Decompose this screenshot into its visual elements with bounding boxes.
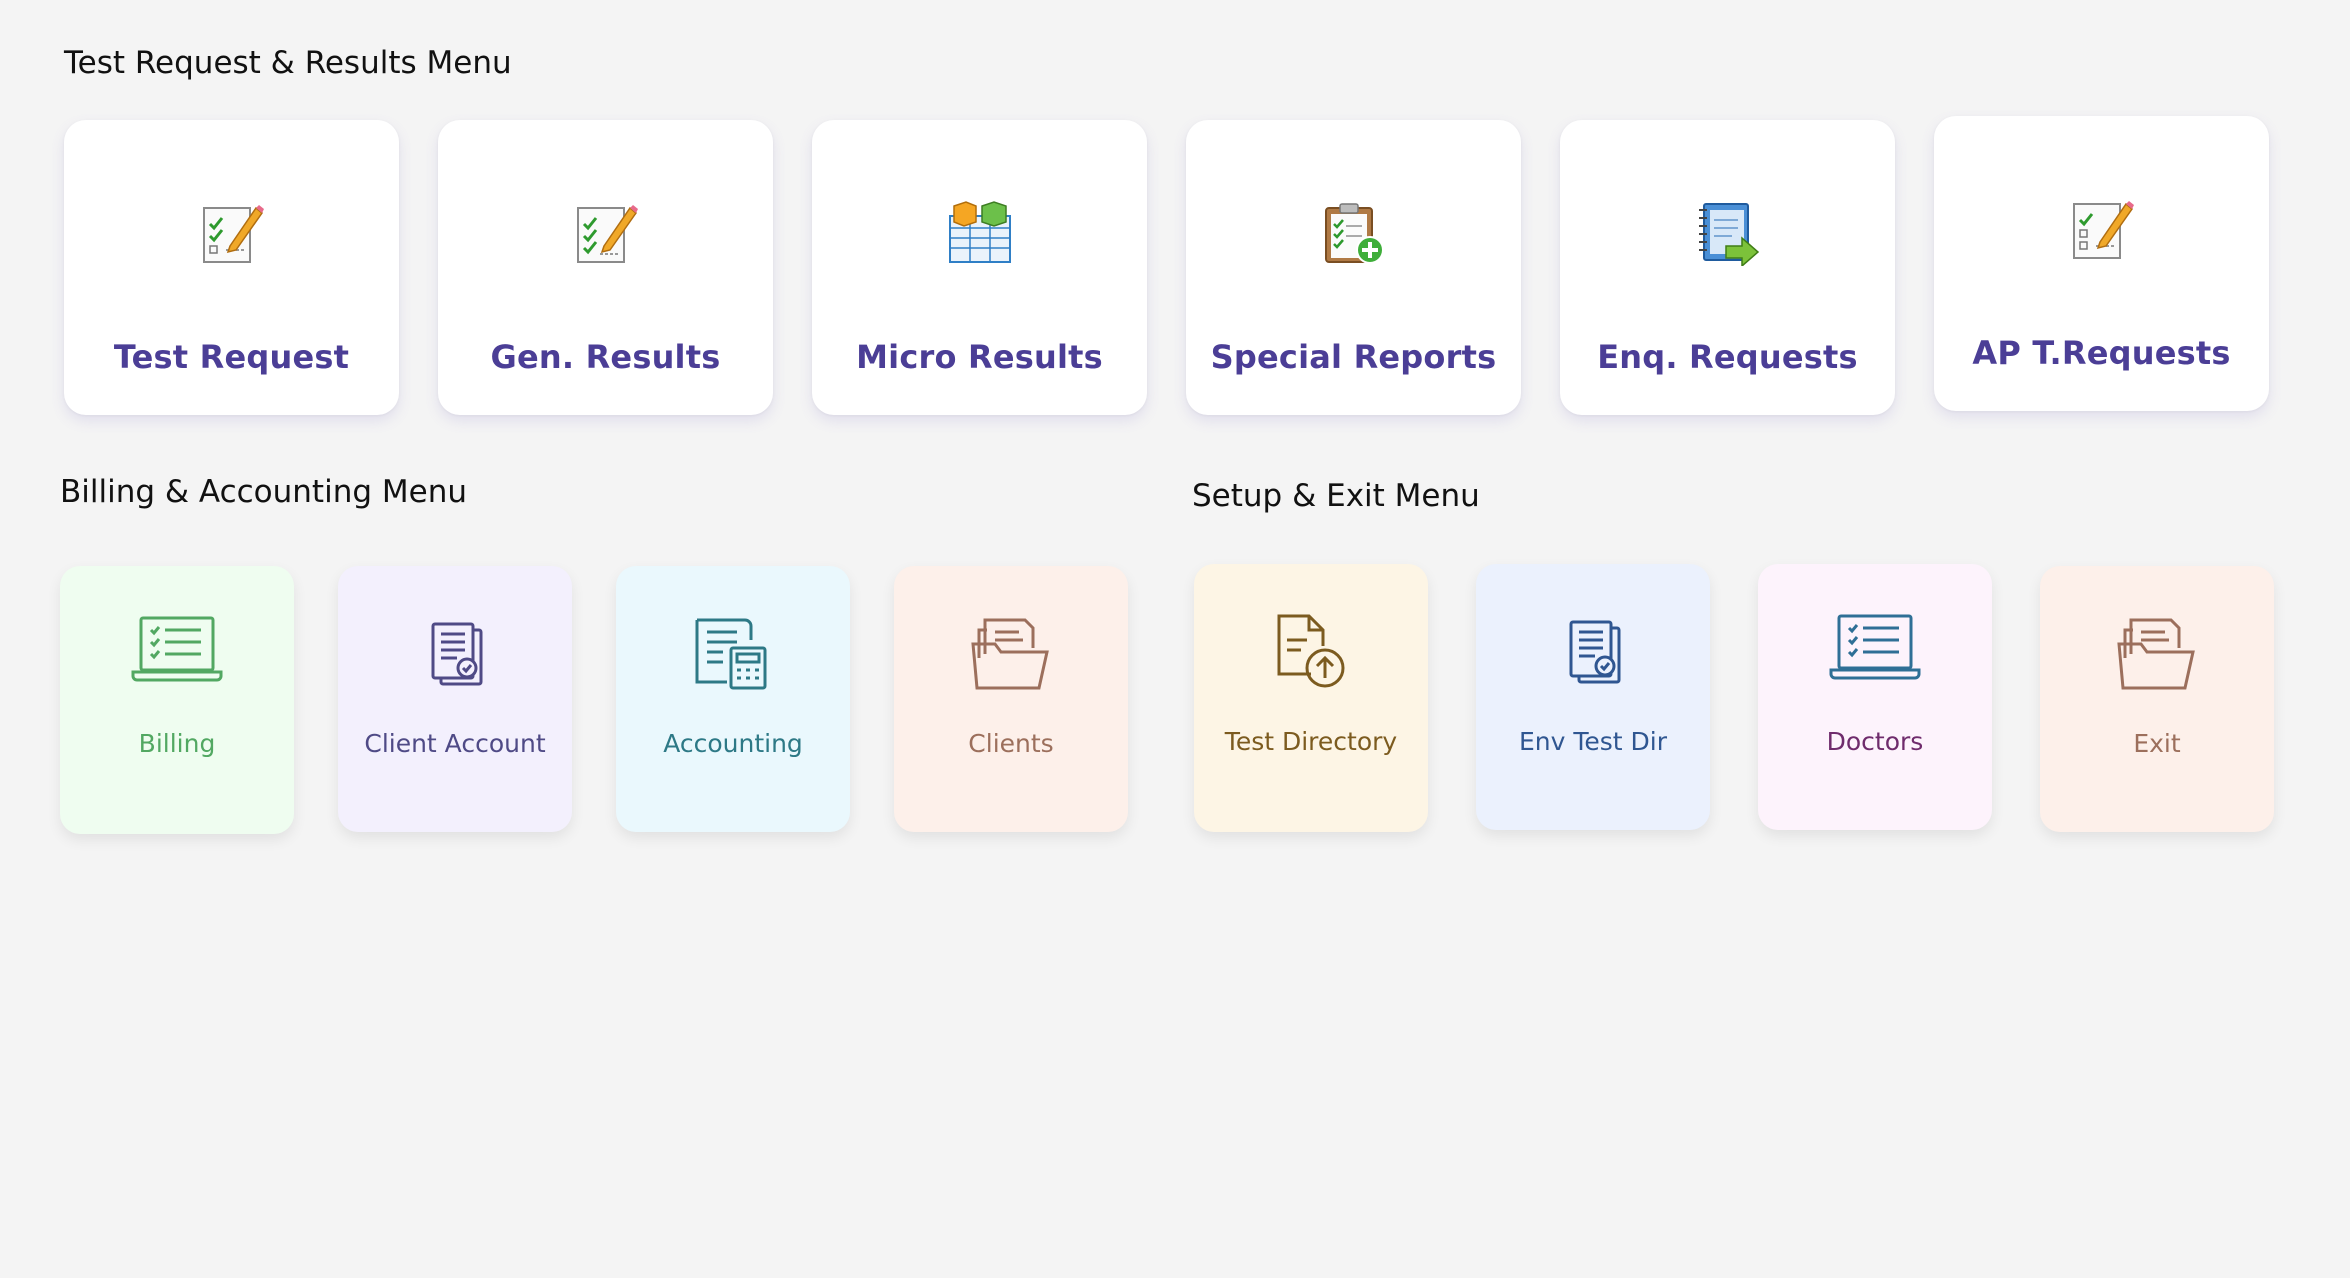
section-title-test-requests: Test Request & Results Menu <box>64 45 512 81</box>
micro-results-card[interactable]: Micro Results <box>812 120 1147 415</box>
document-calculator-icon <box>693 614 773 697</box>
checklist-pencil-icon <box>2070 198 2134 267</box>
checklist-pencil-icon <box>200 202 264 271</box>
documents-check-icon <box>423 618 487 695</box>
accounting-label: Accounting <box>663 729 803 758</box>
document-upload-icon <box>1273 612 1349 697</box>
env-test-dir-card[interactable]: Env Test Dir <box>1476 564 1710 830</box>
clients-card[interactable]: Clients <box>894 566 1128 832</box>
ap-trequests-label: AP T.Requests <box>1972 334 2231 372</box>
clients-label: Clients <box>968 729 1054 758</box>
client-account-card[interactable]: Client Account <box>338 566 572 832</box>
exit-card[interactable]: Exit <box>2040 566 2274 832</box>
notebook-arrow-icon <box>1696 202 1760 271</box>
billing-label: Billing <box>138 729 216 758</box>
checklist-pencil-icon <box>574 202 638 271</box>
env-test-dir-label: Env Test Dir <box>1518 727 1668 756</box>
enq-requests-label: Enq. Requests <box>1597 338 1858 376</box>
client-account-label: Client Account <box>364 729 546 758</box>
test-directory-card[interactable]: Test Directory <box>1194 564 1428 832</box>
folder-documents-icon <box>2117 614 2197 697</box>
doctors-card[interactable]: Doctors <box>1758 564 1992 830</box>
special-reports-label: Special Reports <box>1210 338 1497 376</box>
folder-documents-icon <box>971 614 1051 697</box>
enq-requests-card[interactable]: Enq. Requests <box>1560 120 1895 415</box>
special-reports-card[interactable]: Special Reports <box>1186 120 1521 415</box>
micro-results-label: Micro Results <box>856 338 1103 376</box>
billing-card[interactable]: Billing <box>60 566 294 834</box>
accounting-card[interactable]: Accounting <box>616 566 850 832</box>
gen-results-label: Gen. Results <box>490 338 721 376</box>
test-request-label: Test Request <box>113 338 350 376</box>
documents-check-icon <box>1561 616 1625 693</box>
test-request-card[interactable]: Test Request <box>64 120 399 415</box>
exit-label: Exit <box>2133 729 2181 758</box>
doctors-label: Doctors <box>1826 727 1924 756</box>
laptop-checklist-icon <box>1829 612 1921 689</box>
section-title-setup: Setup & Exit Menu <box>1192 478 1480 514</box>
clipboard-add-icon <box>1322 202 1386 271</box>
laptop-checklist-icon <box>131 614 223 691</box>
test-directory-label: Test Directory <box>1224 727 1398 756</box>
gen-results-card[interactable]: Gen. Results <box>438 120 773 415</box>
section-title-billing: Billing & Accounting Menu <box>60 474 467 510</box>
spreadsheet-boxes-icon <box>948 200 1012 271</box>
ap-trequests-card[interactable]: AP T.Requests <box>1934 116 2269 411</box>
